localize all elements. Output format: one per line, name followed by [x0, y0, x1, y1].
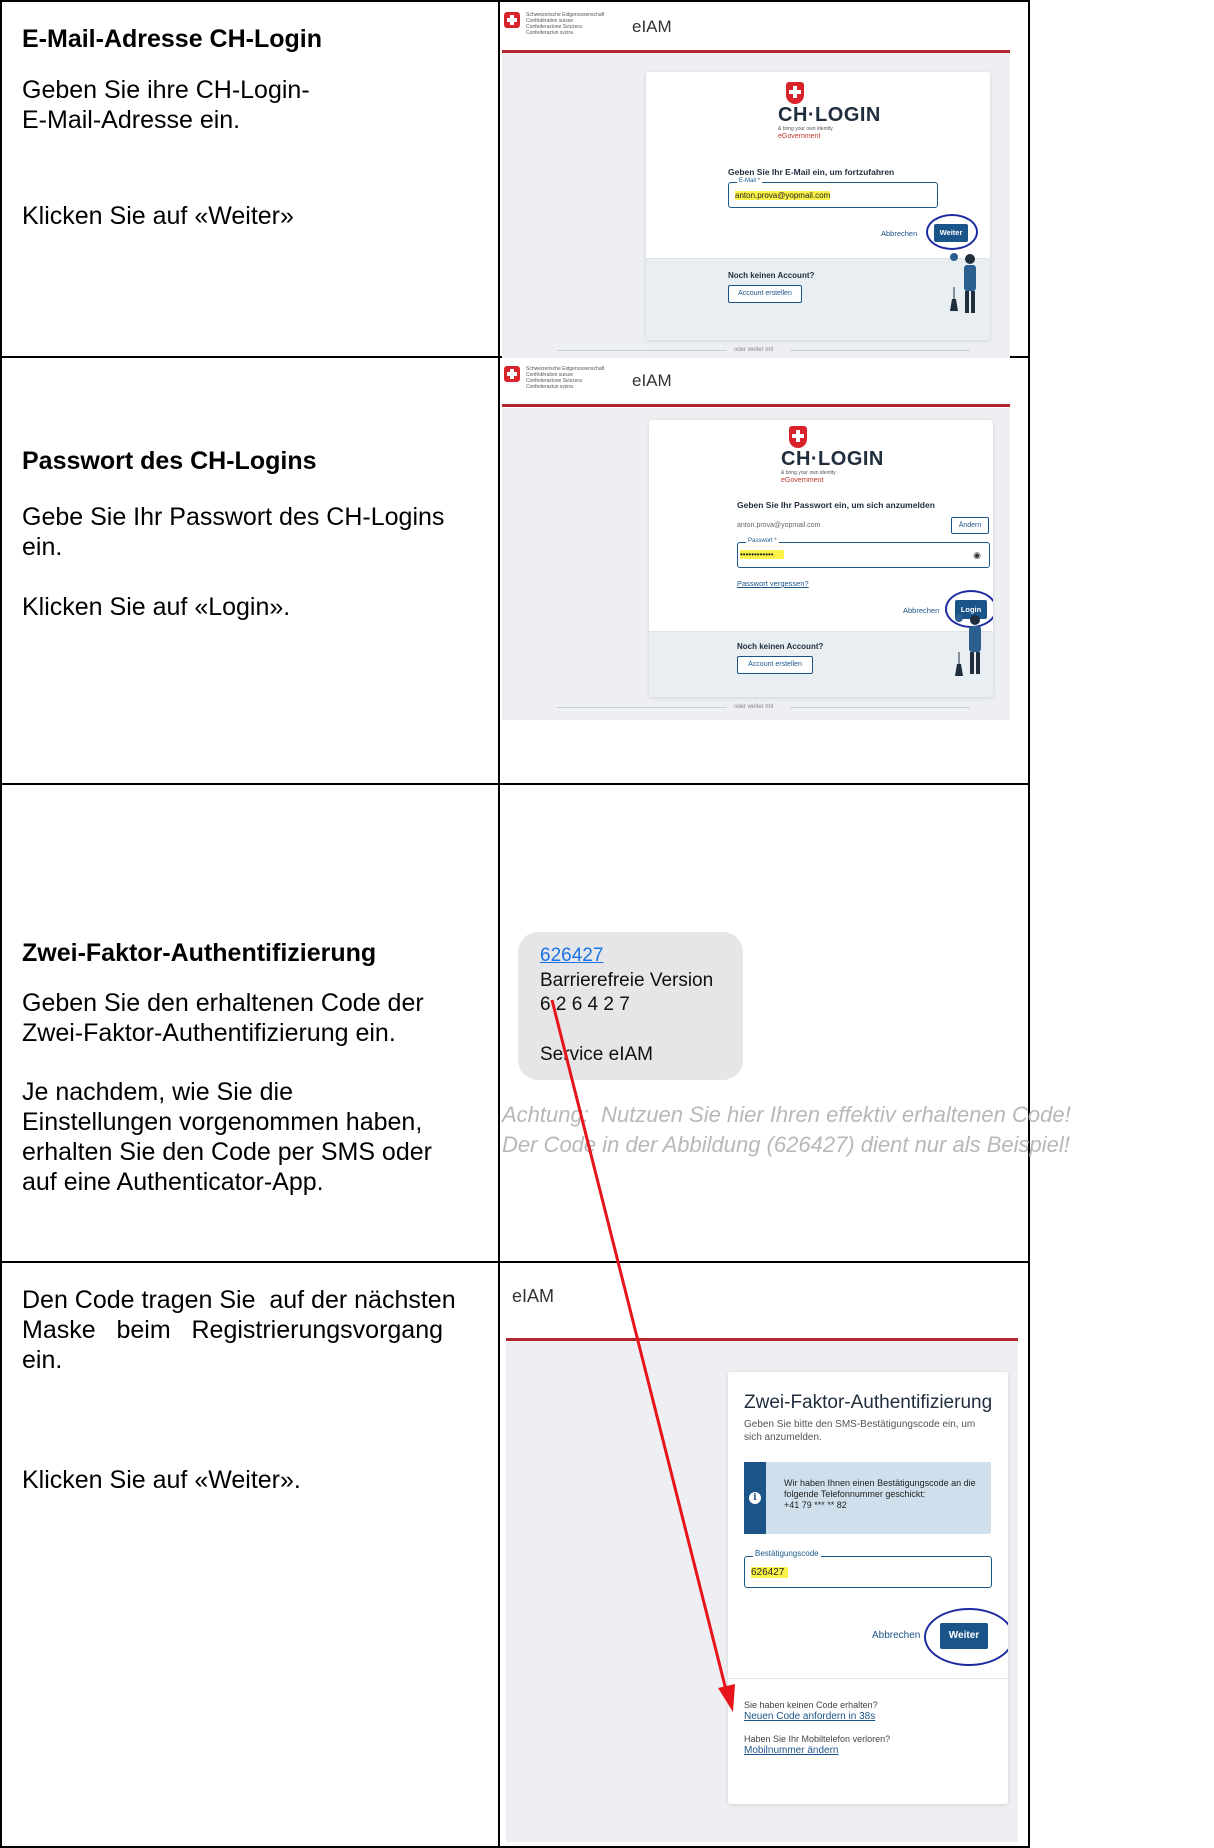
red-arrow-line	[550, 999, 728, 1691]
red-arrow-overlay	[550, 999, 735, 1712]
red-arrow-head	[718, 1684, 735, 1712]
